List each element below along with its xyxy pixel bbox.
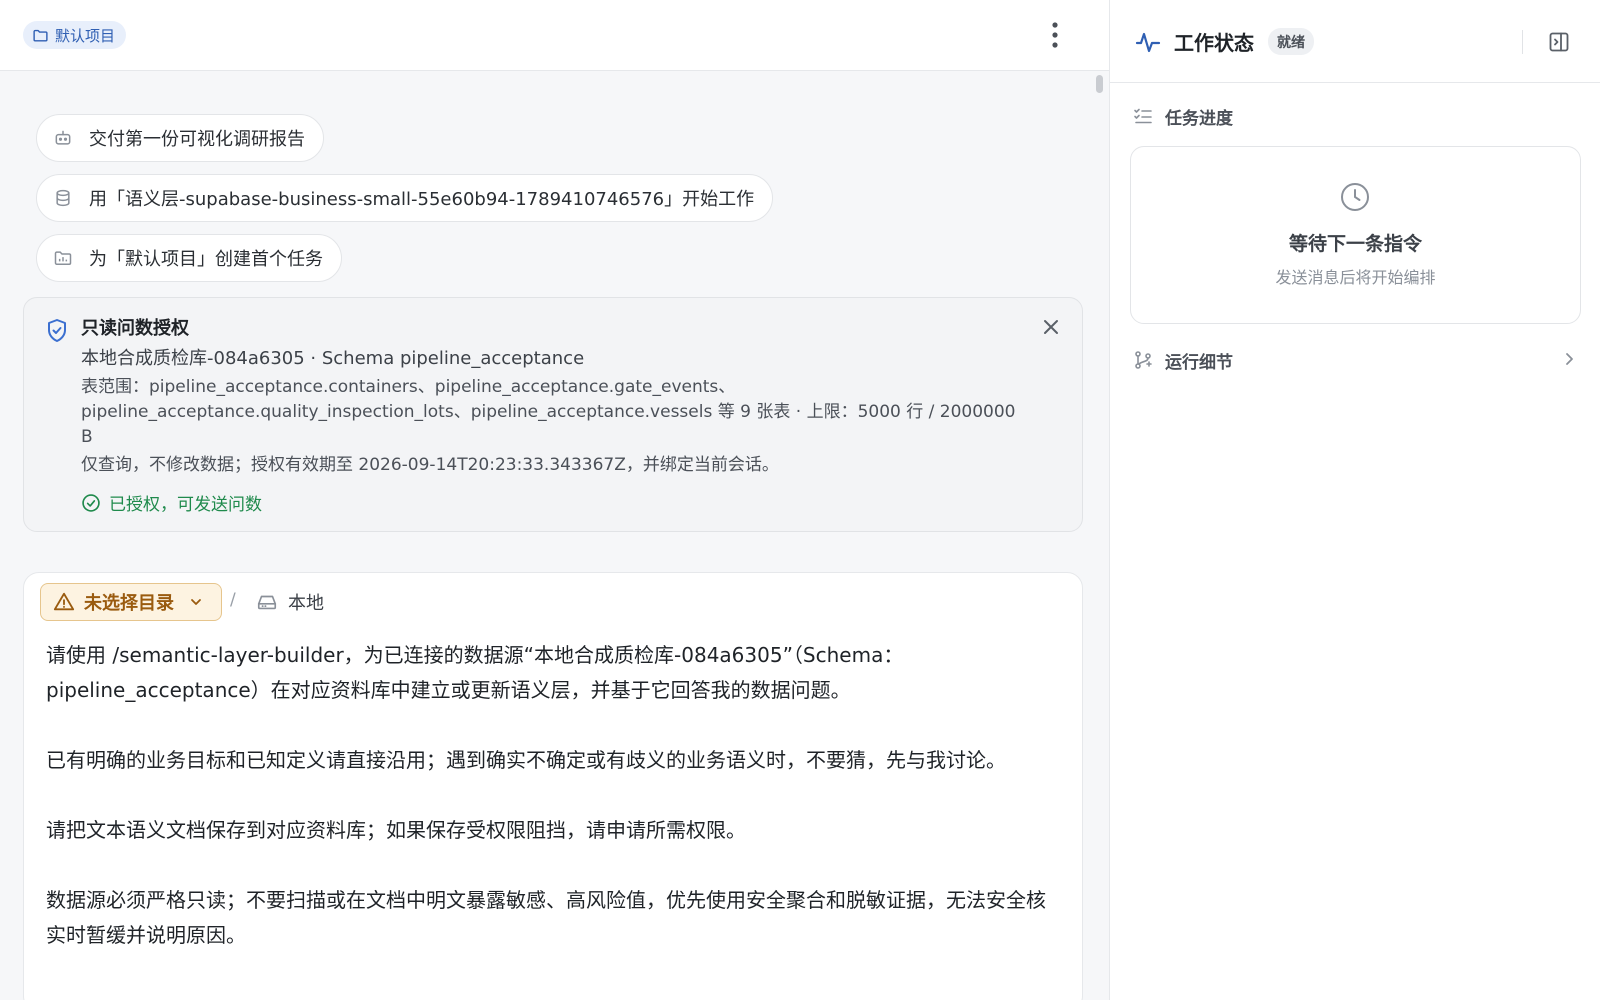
composer-paragraph: 数据源必须严格只读；不要扫描或在文档中明文暴露敏感、高风险值，优先使用安全聚合和… xyxy=(46,888,1046,947)
list-check-icon xyxy=(1133,106,1153,126)
directory-select[interactable]: 未选择目录 xyxy=(40,583,222,621)
directory-select-label: 未选择目录 xyxy=(84,593,174,614)
waiting-title: 等待下一条指令 xyxy=(1288,233,1422,255)
composer-text[interactable]: 请使用 /semantic-layer-builder，为已连接的数据源“本地合… xyxy=(46,638,1051,988)
auth-policy-line: 仅查询，不修改数据；授权有效期至 2026-09-14T20:23:33.343… xyxy=(81,455,779,475)
more-vertical-icon xyxy=(1052,22,1058,48)
side-header: 工作状态 就绪 xyxy=(1110,0,1600,83)
git-branch-icon xyxy=(1133,350,1153,370)
main-header: 默认项目 xyxy=(0,0,1109,71)
main-pane: 默认项目 交付第一份可视化调研报告 用「语义层-supabase-busines… xyxy=(0,0,1109,1000)
check-circle-icon xyxy=(81,493,101,513)
auth-card-body: 本地合成质检库-084a6305 · Schema pipeline_accep… xyxy=(81,346,1031,478)
composer-paragraph: 请把文本语义文档保存到对应资料库；如果保存受权限阻挡，请申请所需权限。 xyxy=(46,818,746,842)
suggestion-chip-first-task[interactable]: 为「默认项目」创建首个任务 xyxy=(36,234,342,282)
header-divider xyxy=(1522,30,1523,54)
readonly-auth-card: 只读问数授权 本地合成质检库-084a6305 · Schema pipelin… xyxy=(23,297,1083,532)
drive-icon xyxy=(256,591,278,613)
auth-status: 已授权，可发送问数 xyxy=(81,490,262,515)
suggestion-chip-semantic-layer[interactable]: 用「语义层-supabase-business-small-55e60b94-1… xyxy=(36,174,774,222)
folder-task-icon xyxy=(53,248,73,268)
robot-icon xyxy=(53,128,73,148)
task-progress-card: 等待下一条指令 发送消息后将开始编排 xyxy=(1130,146,1581,324)
clock-icon xyxy=(1339,181,1371,213)
suggestion-chip-report[interactable]: 交付第一份可视化调研报告 xyxy=(36,114,324,162)
location-local[interactable]: 本地 xyxy=(256,583,324,621)
warning-icon xyxy=(53,591,75,613)
message-composer[interactable]: 未选择目录 / 本地 请使用 /semantic-layer-builder，为… xyxy=(23,572,1083,1000)
chevron-down-icon xyxy=(189,595,203,609)
status-badge: 就绪 xyxy=(1268,28,1314,55)
panel-collapse-icon[interactable] xyxy=(1547,30,1571,54)
run-details-label: 运行细节 xyxy=(1165,352,1233,373)
auth-card-title: 只读问数授权 xyxy=(81,318,189,339)
task-progress-label: 任务进度 xyxy=(1165,108,1233,129)
side-title: 工作状态 xyxy=(1174,31,1254,55)
composer-paragraph: 已有明确的业务目标和已知定义请直接沿用；遇到确实不确定或有歧义的业务语义时，不要… xyxy=(46,748,1006,772)
project-chip[interactable]: 默认项目 xyxy=(23,21,127,49)
close-icon[interactable] xyxy=(1040,316,1062,338)
auth-status-label: 已授权，可发送问数 xyxy=(109,495,262,515)
more-menu-button[interactable] xyxy=(1043,18,1067,52)
folder-icon xyxy=(32,27,49,44)
project-chip-label: 默认项目 xyxy=(55,26,116,45)
breadcrumb-separator: / xyxy=(230,590,236,610)
suggestion-label: 交付第一份可视化调研报告 xyxy=(89,129,305,150)
run-details-toggle[interactable]: 运行细节 xyxy=(1133,347,1233,373)
waiting-subtitle: 发送消息后将开始编排 xyxy=(1275,268,1436,287)
status-side-panel: 工作状态 就绪 任务进度 等待下一条指令 发送消息后将开始编排 运行细节 xyxy=(1109,0,1600,1000)
database-icon xyxy=(53,188,73,208)
suggestion-label: 为「默认项目」创建首个任务 xyxy=(89,249,323,270)
auth-source-line: 本地合成质检库-084a6305 · Schema pipeline_accep… xyxy=(81,348,585,369)
activity-icon xyxy=(1135,29,1161,55)
shield-check-icon xyxy=(45,318,69,344)
task-progress-heading: 任务进度 xyxy=(1133,103,1233,129)
location-label: 本地 xyxy=(288,593,324,614)
suggestion-label: 用「语义层-supabase-business-small-55e60b94-1… xyxy=(89,189,755,210)
composer-paragraph: 请使用 /semantic-layer-builder，为已连接的数据源“本地合… xyxy=(46,643,904,702)
chevron-right-icon[interactable] xyxy=(1561,351,1577,367)
scrollbar-thumb[interactable] xyxy=(1096,75,1103,93)
auth-scope-line: 表范围：pipeline_acceptance.containers、pipel… xyxy=(81,377,1016,447)
